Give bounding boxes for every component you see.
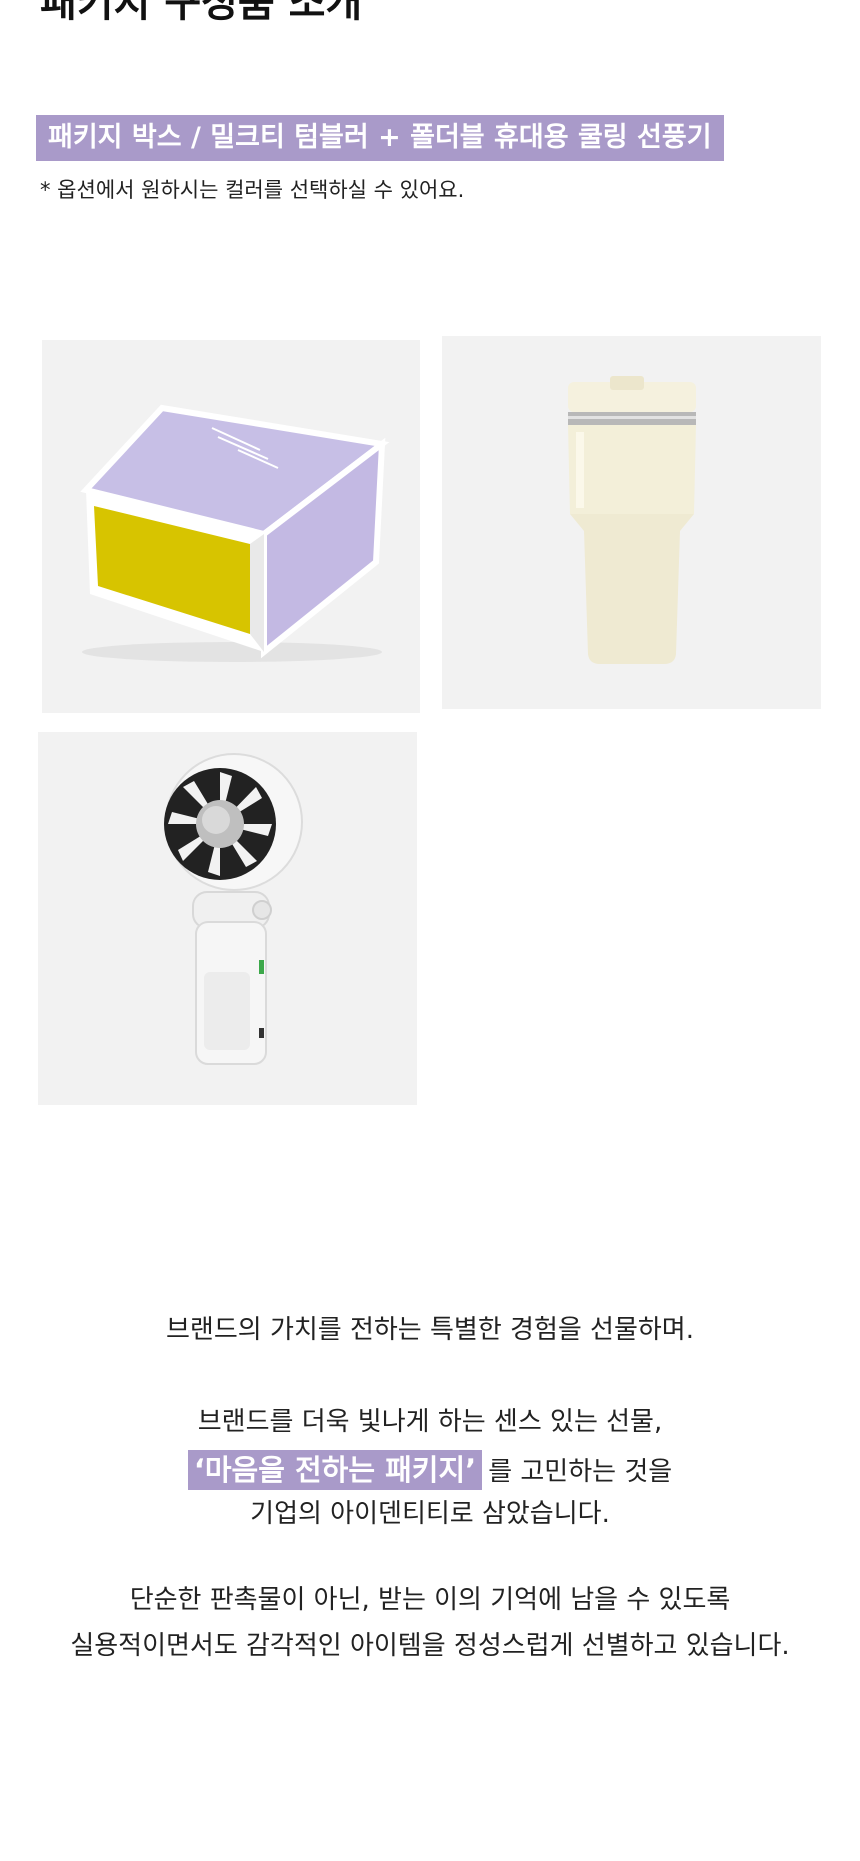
message-line-4: 기업의 아이덴티티로 삼았습니다. [250, 1499, 610, 1529]
message-line-3: ‘마음을 전하는 패키지’ 를 고민하는 것을 [0, 1450, 860, 1490]
gift-box-card [42, 340, 420, 713]
handheld-fan-card [38, 732, 417, 1105]
message-line-3-rest: 를 고민하는 것을 [488, 1457, 673, 1487]
color-option-note: * 옵션에서 원하시는 컬러를 선택하실 수 있어요. [40, 178, 465, 202]
tumbler-card [442, 336, 821, 709]
handheld-fan-image [38, 732, 417, 1105]
message-line-1: 브랜드의 가치를 전하는 특별한 경험을 선물하며. [166, 1315, 694, 1345]
page-title: 패키지 구성품 소개 [40, 0, 363, 26]
gift-box-image [42, 340, 420, 713]
message-line-2: 브랜드를 더욱 빛나게 하는 센스 있는 선물, [197, 1407, 663, 1437]
tumbler-image [442, 336, 821, 709]
message-line-6: 실용적이면서도 감각적인 아이템을 정성스럽게 선별하고 있습니다. [70, 1631, 790, 1661]
package-contents-title: 패키지 박스 / 밀크티 텀블러 + 폴더블 휴대용 쿨링 선풍기 [36, 115, 724, 161]
message-line-5: 단순한 판촉물이 아닌, 받는 이의 기억에 남을 수 있도록 [129, 1585, 731, 1615]
key-phrase-highlight: ‘마음을 전하는 패키지’ [187, 1450, 483, 1490]
